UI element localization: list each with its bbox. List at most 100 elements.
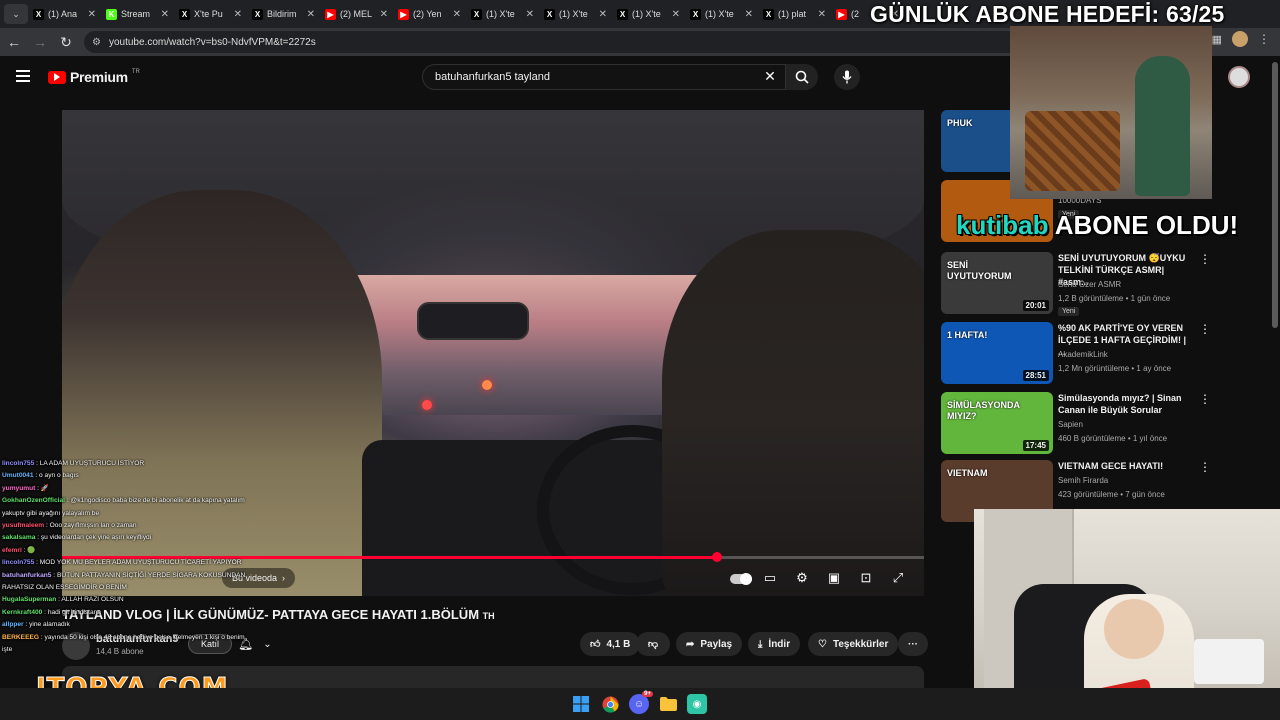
video-duration: 17:45	[1022, 440, 1049, 451]
search-input[interactable]: batuhanfurkan5 tayland	[422, 64, 786, 90]
search-button[interactable]	[786, 64, 818, 90]
browser-tab-label: Bildirim	[267, 9, 297, 19]
related-video-channel[interactable]: Sapien	[1058, 420, 1083, 429]
close-tab-icon[interactable]: ✕	[161, 9, 169, 20]
related-video-channel[interactable]: Semih Firarda	[1058, 476, 1108, 485]
overlay-camera-feed	[1010, 26, 1212, 199]
thanks-icon: ♡	[818, 638, 827, 650]
browser-profile-avatar[interactable]	[1232, 31, 1248, 47]
site-info-icon[interactable]: ⚙	[92, 37, 101, 48]
more-icon[interactable]: ⋮	[1199, 252, 1211, 266]
close-tab-icon[interactable]: ✕	[380, 9, 388, 20]
related-video-title[interactable]: Simülasyonda mıyız? | Sinan Canan ile Bü…	[1058, 392, 1196, 416]
discord-icon: ☺	[633, 698, 645, 710]
browser-tab-label: X'te Pu	[194, 9, 223, 19]
more-actions-button[interactable]: ···	[898, 632, 928, 656]
browser-tab[interactable]: X X'te Pu ✕	[174, 0, 247, 28]
start-button[interactable]	[571, 694, 591, 714]
autoplay-toggle[interactable]	[730, 573, 752, 585]
more-icon[interactable]: ⋮	[1199, 392, 1211, 406]
subscriber-alert: kutibab ABONE OLDU!	[956, 210, 1238, 241]
related-video-title[interactable]: VIETNAM GECE HAYATI!	[1058, 460, 1196, 472]
page-scrollbar[interactable]	[1272, 62, 1278, 328]
thanks-button[interactable]: ♡ Teşekkürler	[808, 632, 899, 656]
camera-scene-person	[1135, 56, 1190, 196]
related-video[interactable]: SİMÜLASYONDA MIYIZ? 17:45 Simülasyonda mıy…	[941, 392, 1271, 454]
download-button[interactable]: ⤓ İndir	[748, 632, 801, 656]
close-tab-icon[interactable]: ✕	[526, 9, 534, 20]
x-icon: X	[763, 8, 774, 20]
menu-icon[interactable]	[16, 70, 30, 82]
close-tab-icon[interactable]: ✕	[672, 9, 680, 20]
back-button[interactable]: ←	[2, 30, 26, 54]
discord-taskbar-button[interactable]: ☺ 9+	[629, 691, 653, 714]
search-icon	[795, 70, 809, 84]
video-title-suffix: TH	[482, 611, 495, 621]
chat-message: batuhanfurkan5 : BÜTÜN PATTAYANIN SİÇTİĞ…	[2, 570, 254, 595]
share-label: Paylaş	[700, 638, 733, 650]
chat-username: Umut0041	[2, 472, 34, 480]
browser-tab[interactable]: K Stream ✕	[101, 0, 174, 28]
video-thumbnail[interactable]: SİMÜLASYONDA MIYIZ? 17:45	[941, 392, 1053, 454]
close-tab-icon[interactable]: ✕	[745, 9, 753, 20]
browser-menu-icon[interactable]: ⋮	[1258, 32, 1270, 46]
chrome-taskbar-button[interactable]	[600, 694, 620, 714]
browser-tab[interactable]: ▶ (2) MEL ✕	[320, 0, 393, 28]
browser-tab[interactable]: X (1) X'te ✕	[685, 0, 758, 28]
taskbar: ☺ 9+ ◉	[0, 688, 1280, 720]
youtube-logo[interactable]: Premium TR	[48, 69, 140, 85]
chat-text: LA ADAM UYUŞTURUCU İSTİYOR	[39, 460, 145, 467]
chat-username: yusufmaleem	[2, 522, 45, 530]
dislike-button[interactable]: 👎︎	[636, 632, 670, 656]
close-tab-icon[interactable]: ✕	[88, 9, 96, 20]
close-tab-icon[interactable]: ✕	[234, 9, 242, 20]
more-icon[interactable]: ⋮	[1199, 460, 1211, 474]
account-avatar[interactable]	[1228, 66, 1250, 88]
chat-username: HugalaSuperman	[2, 596, 57, 604]
chat-text: o ayn o bagıs	[39, 472, 79, 480]
chat-username: efemrl	[2, 546, 22, 554]
clear-search-icon[interactable]: ✕	[760, 66, 780, 86]
browser-tab[interactable]: X Bildirim ✕	[247, 0, 320, 28]
related-video[interactable]: 1 HAFTA! 28:51 %90 AK PARTİ'YE OY VEREN İL…	[941, 322, 1271, 384]
like-button[interactable]: 👍︎ 4,1 B	[580, 632, 641, 656]
browser-tab[interactable]: X (1) X'te ✕	[612, 0, 685, 28]
close-tab-icon[interactable]: ✕	[818, 9, 826, 20]
browser-tab[interactable]: X (1) Ana ✕	[28, 0, 101, 28]
close-tab-icon[interactable]: ✕	[599, 9, 607, 20]
file-explorer-button[interactable]	[658, 694, 678, 714]
tab-search-button[interactable]: ⌄	[4, 4, 28, 24]
cast-icon[interactable]: ⊡	[856, 568, 876, 588]
fullscreen-icon[interactable]: ⤢	[888, 568, 908, 588]
chat-username: yumyumut	[2, 484, 36, 492]
chevron-down-icon: ⌄	[263, 638, 272, 650]
browser-tab[interactable]: ▶ (2) Yen ✕	[393, 0, 466, 28]
browser-tab[interactable]: X (1) plat ✕	[758, 0, 831, 28]
video-thumbnail[interactable]: 1 HAFTA! 28:51	[941, 322, 1053, 384]
settings-icon[interactable]: ⚙	[792, 568, 812, 588]
related-video-meta: 1,2 Mn görüntüleme • 1 ay önce	[1058, 364, 1172, 373]
video-duration: 28:51	[1022, 370, 1049, 381]
app-taskbar-button[interactable]: ◉	[687, 694, 707, 714]
forward-button[interactable]: →	[28, 30, 52, 54]
subtitles-icon[interactable]: ▭	[760, 568, 780, 588]
x-icon: X	[690, 8, 701, 20]
close-tab-icon[interactable]: ✕	[453, 9, 461, 20]
browser-tab[interactable]: X (1) X'te ✕	[466, 0, 539, 28]
youtube-icon: ▶	[836, 8, 847, 20]
url-text: youtube.com/watch?v=bs0-NdvfVPM&t=2272s	[108, 36, 316, 48]
miniplayer-icon[interactable]: ▣	[824, 568, 844, 588]
share-button[interactable]: ➦ Paylaş	[676, 632, 743, 656]
chat-message: yusufmaleem : Ooo zayıflmışsın lan o zam…	[2, 520, 254, 532]
reload-button[interactable]: ↻	[54, 30, 78, 54]
close-tab-icon[interactable]: ✕	[307, 9, 315, 20]
browser-tab-label: (1) plat	[778, 9, 807, 19]
related-video-channel[interactable]: AkademikLink	[1058, 350, 1108, 359]
related-video[interactable]: SENİ UYUTUYORUM 20:01 SENİ UYUTUYORUM 😴UYK…	[941, 252, 1271, 316]
related-video-channel[interactable]: Sena Özer ASMR	[1058, 280, 1121, 289]
video-thumbnail[interactable]: SENİ UYUTUYORUM 20:01	[941, 252, 1053, 314]
extensions-icon[interactable]: ▦	[1212, 33, 1222, 46]
browser-tab[interactable]: X (1) X'te ✕	[539, 0, 612, 28]
voice-search-button[interactable]	[834, 64, 860, 90]
more-icon[interactable]: ⋮	[1199, 322, 1211, 336]
